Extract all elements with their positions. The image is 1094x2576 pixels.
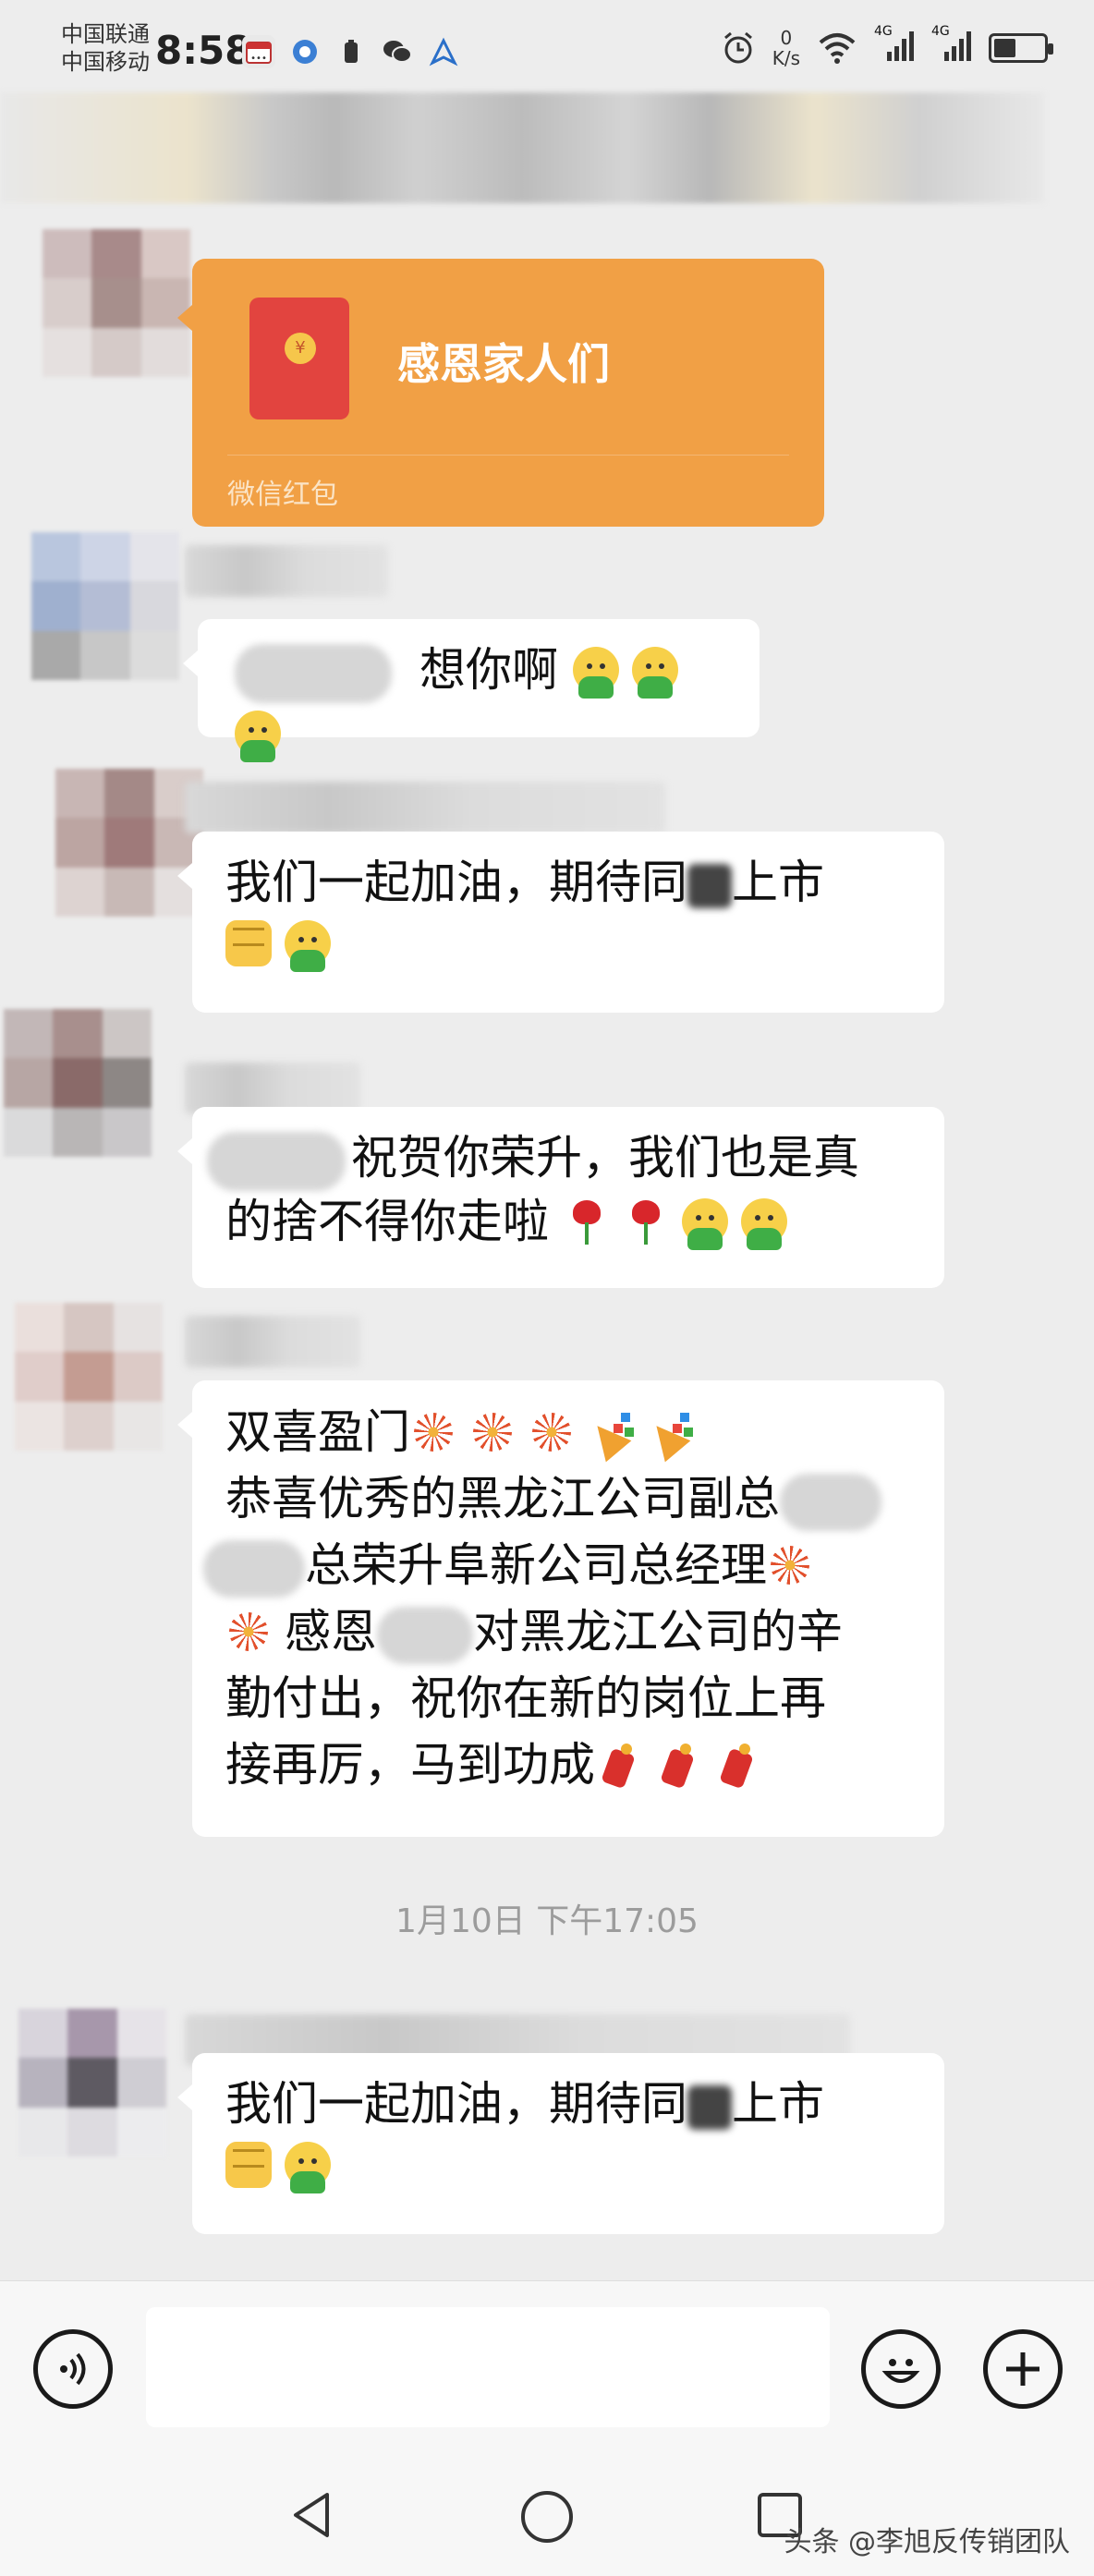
plus-icon bbox=[1006, 2352, 1039, 2386]
emoji-icon bbox=[881, 2359, 920, 2383]
smile-emoji-icon bbox=[681, 1197, 728, 1250]
status-time: 8:58 bbox=[155, 28, 252, 73]
carrier-labels: 中国联通 中国移动 bbox=[61, 20, 150, 76]
voice-button[interactable] bbox=[33, 2329, 113, 2409]
sender-name bbox=[185, 1316, 360, 1367]
net-speed-unit: K/s bbox=[772, 47, 800, 69]
wifi-icon bbox=[819, 33, 856, 64]
firework-emoji-icon bbox=[767, 1542, 813, 1588]
censored-text bbox=[687, 2084, 732, 2130]
message-text: 我们一起加油，期待同 bbox=[225, 856, 687, 909]
emoji-button[interactable] bbox=[861, 2329, 941, 2409]
censored-text bbox=[687, 863, 732, 908]
smile-emoji-icon bbox=[235, 710, 281, 762]
carrier-2: 中国移动 bbox=[61, 49, 150, 75]
message-text: 祝贺你荣升，我们也是真 bbox=[351, 1131, 859, 1185]
message-text: 我们一起加油，期待同 bbox=[225, 2077, 687, 2131]
message-text-end: 上市 bbox=[732, 856, 824, 909]
fist-emoji-icon bbox=[225, 920, 272, 966]
red-packet-footer: 微信红包 bbox=[227, 479, 338, 511]
alarm-icon bbox=[723, 31, 752, 64]
censored-text bbox=[377, 1606, 473, 1664]
signal-2: 4G bbox=[931, 24, 972, 67]
net-speed: 0 K/s bbox=[772, 28, 800, 68]
avatar[interactable] bbox=[43, 229, 190, 377]
censored-text bbox=[203, 1539, 305, 1598]
system-nav-bar: 头条 @李旭反传销团队 bbox=[0, 2452, 1094, 2576]
status-bar: 中国联通 中国移动 8:58 ••• 0 K/s 4G 4G bbox=[0, 0, 1094, 102]
sender-name bbox=[185, 782, 665, 833]
message-text: 双喜盈门 bbox=[225, 1405, 410, 1459]
avatar[interactable] bbox=[55, 769, 203, 917]
message-bubble[interactable]: 祝贺你荣升，我们也是真 的捨不得你走啦 bbox=[177, 1107, 944, 1288]
red-packet-title: 感恩家人们 bbox=[397, 339, 610, 389]
battery-icon bbox=[989, 33, 1053, 63]
avatar[interactable] bbox=[31, 532, 179, 680]
map-icon bbox=[427, 35, 460, 68]
smile-emoji-icon bbox=[285, 920, 331, 972]
smile-emoji-icon bbox=[285, 2142, 331, 2193]
censored-text bbox=[207, 1131, 346, 1191]
network-type-1: 4G bbox=[874, 24, 893, 39]
firecracker-emoji-icon bbox=[595, 1742, 641, 1788]
party-popper-emoji-icon bbox=[588, 1409, 634, 1455]
message-bubble[interactable]: 双喜盈门 恭喜优秀的黑龙江公司副总 总荣升阜新公司总经理 感恩 对黑龙江公司的辛 … bbox=[177, 1380, 944, 1837]
fist-emoji-icon bbox=[225, 2142, 272, 2188]
censored-text bbox=[235, 643, 392, 703]
message-text: 总荣升阜新公司总经理 bbox=[305, 1538, 767, 1592]
red-packet-message[interactable]: ¥ 感恩家人们 微信红包 bbox=[177, 259, 824, 527]
message-bubble[interactable]: 我们一起加油，期待同 上市 bbox=[177, 832, 944, 1013]
app-icon bbox=[288, 35, 322, 68]
message-text: 想你啊 bbox=[419, 643, 558, 697]
carrier-1: 中国联通 bbox=[61, 21, 150, 47]
watermark: 头条 @李旭反传销团队 bbox=[784, 2526, 1070, 2558]
red-envelope-icon: ¥ bbox=[249, 298, 349, 419]
firecracker-emoji-icon bbox=[713, 1742, 760, 1788]
avatar[interactable] bbox=[15, 1303, 163, 1451]
avatar[interactable] bbox=[18, 2009, 166, 2157]
notification-icons: ••• bbox=[242, 35, 460, 68]
firecracker-emoji-icon bbox=[654, 1742, 700, 1788]
message-text: 勤付出，祝你在新的岗位上再 bbox=[225, 1671, 826, 1725]
message-text-end: 上市 bbox=[732, 2077, 824, 2131]
more-button[interactable] bbox=[983, 2329, 1063, 2409]
message-text: 的捨不得你走啦 bbox=[225, 1194, 549, 1248]
divider bbox=[227, 455, 789, 456]
smile-emoji-icon bbox=[631, 647, 678, 699]
firework-emoji-icon bbox=[529, 1409, 575, 1455]
wechat-icon bbox=[381, 35, 414, 68]
firework-emoji-icon bbox=[410, 1409, 456, 1455]
rose-emoji-icon bbox=[564, 1198, 610, 1245]
back-icon[interactable] bbox=[286, 2489, 338, 2541]
calendar-icon: ••• bbox=[242, 35, 275, 68]
signal-1: 4G bbox=[874, 24, 915, 67]
censored-text bbox=[780, 1473, 881, 1531]
message-text: 对黑龙江公司的辛 bbox=[473, 1605, 843, 1659]
message-input[interactable] bbox=[146, 2307, 830, 2427]
svg-text:•••: ••• bbox=[250, 54, 267, 64]
smile-emoji-icon bbox=[740, 1197, 787, 1250]
chat-input-bar bbox=[0, 2280, 1094, 2452]
system-indicators: 0 K/s 4G 4G bbox=[721, 24, 1053, 68]
message-text: 恭喜优秀的黑龙江公司副总 bbox=[225, 1472, 780, 1525]
message-timestamp: 1月10日 下午17:05 bbox=[395, 1902, 699, 1940]
message-bubble[interactable]: 想你啊 bbox=[183, 619, 760, 762]
firework-emoji-icon bbox=[469, 1409, 516, 1455]
party-popper-emoji-icon bbox=[647, 1409, 693, 1455]
home-icon[interactable] bbox=[519, 2489, 575, 2545]
sender-name bbox=[185, 545, 388, 597]
censored-header bbox=[0, 92, 1044, 203]
network-type-2: 4G bbox=[931, 24, 950, 39]
message-text: 感恩 bbox=[285, 1605, 377, 1659]
firework-emoji-icon bbox=[225, 1609, 272, 1655]
net-speed-value: 0 bbox=[780, 27, 793, 49]
battery-saver-icon bbox=[334, 35, 368, 68]
rose-emoji-icon bbox=[623, 1198, 669, 1245]
avatar[interactable] bbox=[4, 1009, 152, 1157]
smile-emoji-icon bbox=[572, 647, 619, 699]
message-bubble[interactable]: 我们一起加油，期待同 上市 bbox=[177, 2053, 944, 2234]
voice-icon bbox=[60, 2352, 86, 2386]
message-text: 接再厉，马到功成 bbox=[225, 1738, 595, 1792]
